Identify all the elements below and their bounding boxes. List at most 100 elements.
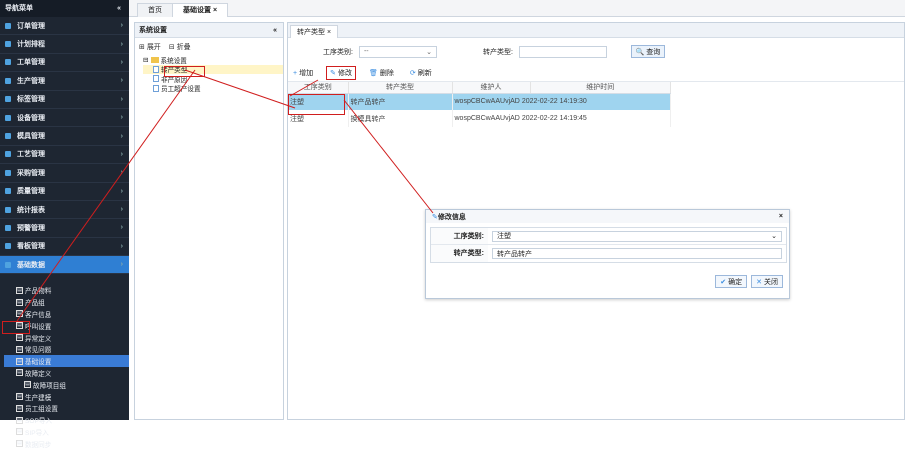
tree-item[interactable]: ▤ 客户信息 bbox=[4, 308, 129, 320]
chevron-right-icon: › bbox=[120, 77, 123, 85]
cell: 转产品转产 bbox=[348, 93, 453, 110]
highlight-box bbox=[2, 321, 30, 334]
field-label: 工序类别: bbox=[431, 228, 488, 244]
add-button[interactable]: + 增加 bbox=[290, 67, 316, 79]
table-row[interactable]: 注塑 转产品转产 wospCBCwAAUvjAD 2022-02-22 14:1… bbox=[288, 93, 671, 110]
col-header[interactable]: 工序类别 bbox=[288, 82, 349, 94]
tree-item[interactable]: ▤ 故障项目组 bbox=[4, 379, 129, 391]
tree-item[interactable]: ▤ SOP导入 bbox=[4, 414, 129, 426]
menu-icon bbox=[5, 41, 11, 48]
expand-button[interactable]: ⊞ 展开 bbox=[139, 42, 161, 52]
query-button[interactable]: 🔍 查询 bbox=[630, 45, 665, 58]
nav-item[interactable]: 采购管理 › bbox=[0, 164, 129, 183]
nav-item[interactable]: 模具管理 › bbox=[0, 127, 129, 146]
field-value: 转产品转产 bbox=[497, 250, 532, 258]
tree-item[interactable]: ▤ 故障定义 bbox=[4, 367, 129, 379]
tree-item[interactable]: ▤ 产品组 bbox=[4, 296, 129, 308]
nav-item-label: 质量管理 bbox=[17, 188, 45, 196]
page-icon: ▤ bbox=[16, 310, 23, 318]
chevron-right-icon: › bbox=[120, 114, 123, 122]
nav-item[interactable]: 工单管理 › bbox=[0, 54, 129, 73]
panel-collapse-button[interactable]: « bbox=[273, 23, 277, 37]
tree-item[interactable]: ▤ 生产建模 bbox=[4, 391, 129, 403]
toolbar: + 增加 ✎ 修改 🗑 删除 ⟳ 刷新 bbox=[288, 65, 904, 82]
nav-item[interactable]: 计划排程 › bbox=[0, 35, 129, 54]
process-category-select[interactable]: -- ⌄ bbox=[358, 45, 437, 58]
nav-item[interactable]: 标签管理 › bbox=[0, 91, 129, 109]
nav-item[interactable]: 工艺管理 › bbox=[0, 146, 129, 165]
plus-icon: + bbox=[293, 69, 298, 77]
nav-item-label: 看板管理 bbox=[17, 243, 45, 251]
edit-button[interactable]: ✎ 修改 bbox=[326, 66, 356, 80]
tab-change-type[interactable]: 转产类型 × bbox=[290, 25, 339, 38]
tree-item[interactable]: ▤ 常见问题 bbox=[4, 343, 129, 355]
query-label: 查询 bbox=[646, 48, 661, 56]
close-icon[interactable]: × bbox=[779, 213, 783, 220]
page-icon: ▤ bbox=[16, 428, 23, 436]
nav-item[interactable]: 设备管理 › bbox=[0, 109, 129, 128]
page-icon: ▤ bbox=[16, 369, 23, 377]
nav-item[interactable]: 预警管理 › bbox=[0, 219, 129, 238]
nav-item[interactable]: 统计报表 › bbox=[0, 201, 129, 220]
page-icon: ▤ bbox=[16, 345, 23, 353]
delete-button[interactable]: 🗑 删除 bbox=[366, 67, 397, 79]
process-category-field[interactable]: 注塑 ⌄ bbox=[492, 230, 782, 242]
tree-item-label: 客户信息 bbox=[25, 311, 52, 319]
menu-icon bbox=[5, 114, 11, 121]
nav-collapse-button[interactable]: « bbox=[117, 0, 121, 17]
doc-icon bbox=[153, 65, 159, 73]
tree-root[interactable]: ⊟ 系统设置 bbox=[143, 55, 283, 65]
field-label: 转产类型: bbox=[431, 245, 488, 262]
x-icon: ✕ bbox=[756, 278, 762, 286]
fold-button[interactable]: ⊟ 折叠 bbox=[169, 42, 191, 52]
dialog-title: ✎修改信息 bbox=[432, 212, 466, 222]
cell-maintainer: wospCBCwAAUvjAD bbox=[454, 98, 520, 106]
col-header[interactable]: 维护时间 bbox=[530, 82, 671, 94]
page-icon: ▤ bbox=[16, 357, 23, 365]
panel-title: 系统设置 bbox=[139, 27, 167, 34]
edit-dialog: ✎修改信息 × 工序类别: 注塑 ⌄ 转产类型: 转产品转产 ✔ 确定 ✕ 关闭 bbox=[425, 209, 790, 299]
col-header[interactable]: 维护人 bbox=[452, 82, 531, 94]
nav-item[interactable]: 质量管理 › bbox=[0, 183, 129, 201]
nav-item[interactable]: 基础数据 › bbox=[0, 256, 129, 275]
tree-item-label: SOP导入 bbox=[25, 418, 53, 426]
tree-item-label: 产品组 bbox=[25, 300, 45, 308]
change-type-input[interactable] bbox=[518, 45, 607, 58]
edit-label: 修改 bbox=[337, 70, 352, 77]
field-value: 注塑 bbox=[497, 233, 511, 240]
page-icon: ▤ bbox=[16, 286, 23, 294]
tab-home[interactable]: 首页 bbox=[137, 3, 173, 17]
table-row[interactable]: 注塑 换模具转产 wospCBCwAAUvjAD 2022-02-22 14:1… bbox=[288, 110, 671, 127]
nav-item[interactable]: 看板管理 › bbox=[0, 238, 129, 257]
expand-label: 展开 bbox=[146, 43, 161, 51]
tab-bar: 首页 基础设置 × bbox=[129, 0, 905, 17]
tree-item[interactable]: ▤ 基础设置 bbox=[4, 355, 129, 368]
tree-item-overproduction[interactable]: 员工超产设置 bbox=[143, 84, 283, 93]
nav-header: 导航菜单 « bbox=[0, 0, 129, 17]
refresh-button[interactable]: ⟳ 刷新 bbox=[407, 67, 435, 79]
chevron-right-icon: › bbox=[120, 187, 123, 195]
tree-item[interactable]: ▤ 数据同步 bbox=[4, 438, 129, 450]
change-type-field[interactable]: 转产品转产 bbox=[492, 248, 782, 259]
page-icon: ▤ bbox=[16, 416, 23, 424]
tab-basic-settings[interactable]: 基础设置 × bbox=[172, 3, 229, 17]
nav-item[interactable]: 生产管理 › bbox=[0, 72, 129, 91]
col-header[interactable]: 转产类型 bbox=[348, 82, 453, 94]
select-value: -- bbox=[363, 48, 369, 55]
chevron-right-icon: › bbox=[120, 169, 123, 177]
tree-item[interactable]: ▤ 员工组设置 bbox=[4, 402, 129, 414]
cell: wospCBCwAAUvjAD 2022-02-22 14:19:45 bbox=[452, 110, 671, 127]
refresh-icon: ⟳ bbox=[409, 70, 416, 77]
tree-item[interactable]: ▤ SIP导入 bbox=[4, 426, 129, 438]
nav-item[interactable]: 订单管理 › bbox=[0, 17, 129, 36]
tree-item-label: 生产建模 bbox=[25, 394, 52, 402]
cell-time: 2022-02-22 14:19:45 bbox=[521, 115, 587, 122]
chevron-down-icon: ⌄ bbox=[426, 48, 432, 56]
confirm-button[interactable]: ✔ 确定 bbox=[715, 275, 748, 288]
add-label: 增加 bbox=[299, 70, 314, 77]
nav-item-label: 统计报表 bbox=[17, 206, 45, 214]
tree-item[interactable]: ▤ 产品物料 bbox=[4, 284, 129, 296]
menu-icon bbox=[5, 22, 11, 29]
nav-item-label: 计划排程 bbox=[17, 41, 45, 49]
cancel-button[interactable]: ✕ 关闭 bbox=[751, 275, 783, 288]
